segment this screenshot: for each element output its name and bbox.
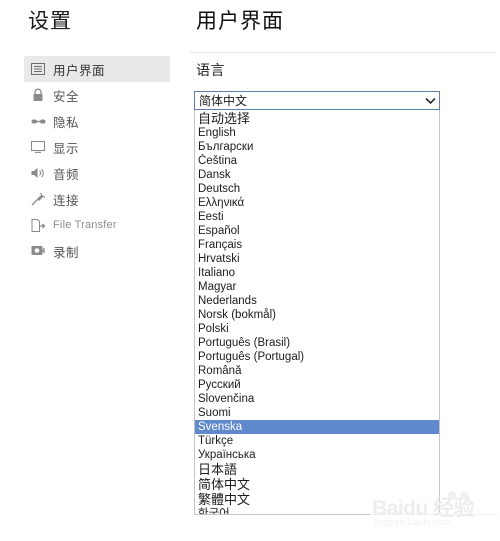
sidebar-item-1[interactable]: 用户界面 [24, 56, 170, 82]
language-option[interactable]: Slovenčina [195, 392, 439, 406]
language-option[interactable]: Čeština [195, 154, 439, 168]
sidebar-item-6[interactable]: 连接 [24, 186, 170, 212]
settings-sidebar: 设置 用户界面安全隐私显示音频连接 File Transfer 录制 [0, 0, 186, 541]
language-option[interactable]: Magyar [195, 280, 439, 294]
sidebar-title: 设置 [28, 10, 72, 33]
sidebar-item-label: 录制 [53, 245, 80, 260]
language-option[interactable]: Suomi [195, 406, 439, 420]
sidebar-item-4[interactable]: 显示 [24, 134, 170, 160]
language-option[interactable]: Norsk (bokmål) [195, 308, 439, 322]
sidebar-item-label: 隐私 [53, 115, 80, 130]
language-option[interactable]: Română [195, 364, 439, 378]
privacy-glasses-icon [30, 113, 46, 129]
language-option[interactable]: Português (Brasil) [195, 336, 439, 350]
language-option[interactable]: Svenska [195, 420, 439, 434]
language-option[interactable]: Українська [195, 448, 439, 462]
language-option[interactable]: Български [195, 140, 439, 154]
language-option[interactable]: Русский [195, 378, 439, 392]
language-option[interactable]: 自动选择 [195, 111, 439, 126]
language-option[interactable]: Deutsch [195, 182, 439, 196]
language-option[interactable]: Italiano [195, 266, 439, 280]
language-option[interactable]: Nederlands [195, 294, 439, 308]
language-option[interactable]: Eesti [195, 210, 439, 224]
speaker-icon [30, 165, 46, 181]
language-option[interactable]: 简体中文 [195, 477, 439, 492]
sidebar-item-label: File Transfer [53, 219, 117, 231]
language-combobox[interactable]: 简体中文 [194, 91, 440, 110]
plug-icon [30, 191, 46, 207]
title-divider [190, 52, 496, 53]
user-interface-panel: 用户界面 语言 简体中文 自动选择 English Български Čeština… [186, 0, 500, 541]
page-title: 用户界面 [196, 10, 284, 33]
language-option[interactable]: 日本語 [195, 462, 439, 477]
language-section-label: 语言 [196, 62, 225, 78]
language-option[interactable]: 繁體中文 [195, 492, 439, 507]
chevron-down-icon[interactable] [421, 97, 439, 105]
sidebar-nav-list: 用户界面安全隐私显示音频连接 File Transfer 录制 [24, 56, 170, 264]
sidebar-item-3[interactable]: 隐私 [24, 108, 170, 134]
monitor-icon [30, 139, 46, 155]
language-option[interactable]: Hrvatski [195, 252, 439, 266]
record-camera-icon [30, 243, 46, 259]
language-option[interactable]: Français [195, 238, 439, 252]
sidebar-item-5[interactable]: 音频 [24, 160, 170, 186]
sidebar-item-7[interactable]: File Transfer [24, 212, 170, 238]
language-option[interactable]: English [195, 126, 439, 140]
language-combobox-value: 简体中文 [199, 94, 248, 108]
language-option[interactable]: Español [195, 224, 439, 238]
file-transfer-icon [30, 217, 46, 233]
language-option[interactable]: Polski [195, 322, 439, 336]
sidebar-item-label: 音频 [53, 167, 80, 182]
language-option[interactable]: Português (Portugal) [195, 350, 439, 364]
sidebar-item-label: 安全 [53, 89, 80, 104]
language-option[interactable]: Türkçe [195, 434, 439, 448]
lock-icon [30, 87, 46, 103]
sidebar-item-2[interactable]: 安全 [24, 82, 170, 108]
sidebar-item-label: 连接 [53, 193, 80, 208]
window-list-icon [30, 61, 46, 77]
sidebar-item-label: 显示 [53, 141, 80, 156]
language-option[interactable]: Ελληνικά [195, 196, 439, 210]
sidebar-item-8[interactable]: 录制 [24, 238, 170, 264]
language-options-list[interactable]: 自动选择 English Български Čeština Dansk Deutsch Ε… [194, 110, 440, 515]
sidebar-item-label: 用户界面 [53, 63, 106, 78]
language-option[interactable]: 한국어 [195, 507, 439, 514]
language-option[interactable]: Dansk [195, 168, 439, 182]
